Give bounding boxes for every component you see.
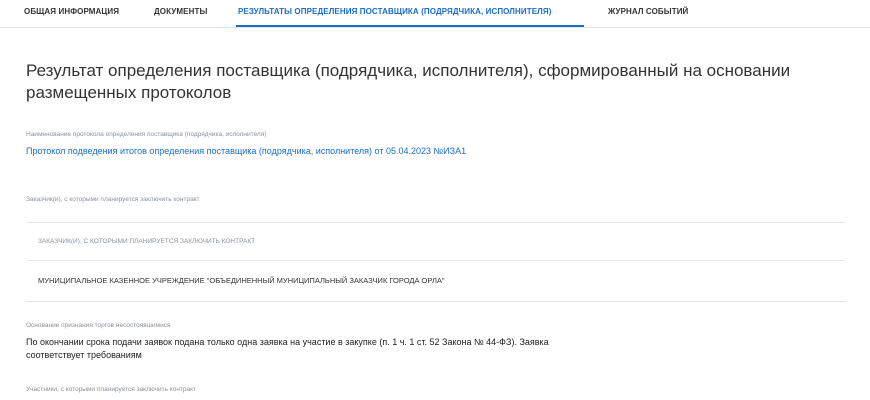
tab-documents[interactable]: ДОКУМЕНТЫ [154, 7, 207, 16]
customers-table: ЗАКАЗЧИК(И), С КОТОРЫМИ ПЛАНИРУЕТСЯ ЗАКЛ… [26, 222, 846, 302]
basis-text: По окончании срока подачи заявок подана … [26, 337, 549, 360]
table-row: МУНИЦИПАЛЬНОЕ КАЗЕННОЕ УЧРЕЖДЕНИЕ "ОБЪЕД… [38, 276, 445, 285]
tab-event-log[interactable]: ЖУРНАЛ СОБЫТИЙ [608, 7, 688, 16]
participants-label: Участники, с которыми планируется заключ… [26, 386, 197, 393]
tab-results[interactable]: РЕЗУЛЬТАТЫ ОПРЕДЕЛЕНИЯ ПОСТАВЩИКА (ПОДРЯ… [238, 7, 552, 16]
protocol-link[interactable]: Протокол подведения итогов определения п… [26, 145, 586, 157]
tab-bar: ОБЩАЯ ИНФОРМАЦИЯ ДОКУМЕНТЫ РЕЗУЛЬТАТЫ ОП… [0, 0, 870, 28]
active-tab-indicator [236, 25, 584, 27]
basis-label: Основание признания торгов несостоявшими… [26, 322, 171, 329]
customers-label: Заказчик(и), с которыми планируется закл… [26, 196, 200, 203]
protocol-label: Наименование протокола определения поста… [26, 131, 267, 138]
page-title: Результат определения поставщика (подряд… [26, 61, 791, 102]
table-divider [26, 222, 846, 223]
table-divider [26, 260, 846, 261]
customers-table-header: ЗАКАЗЧИК(И), С КОТОРЫМИ ПЛАНИРУЕТСЯ ЗАКЛ… [38, 238, 256, 245]
table-divider [26, 301, 846, 302]
tab-general-info[interactable]: ОБЩАЯ ИНФОРМАЦИЯ [24, 7, 119, 16]
